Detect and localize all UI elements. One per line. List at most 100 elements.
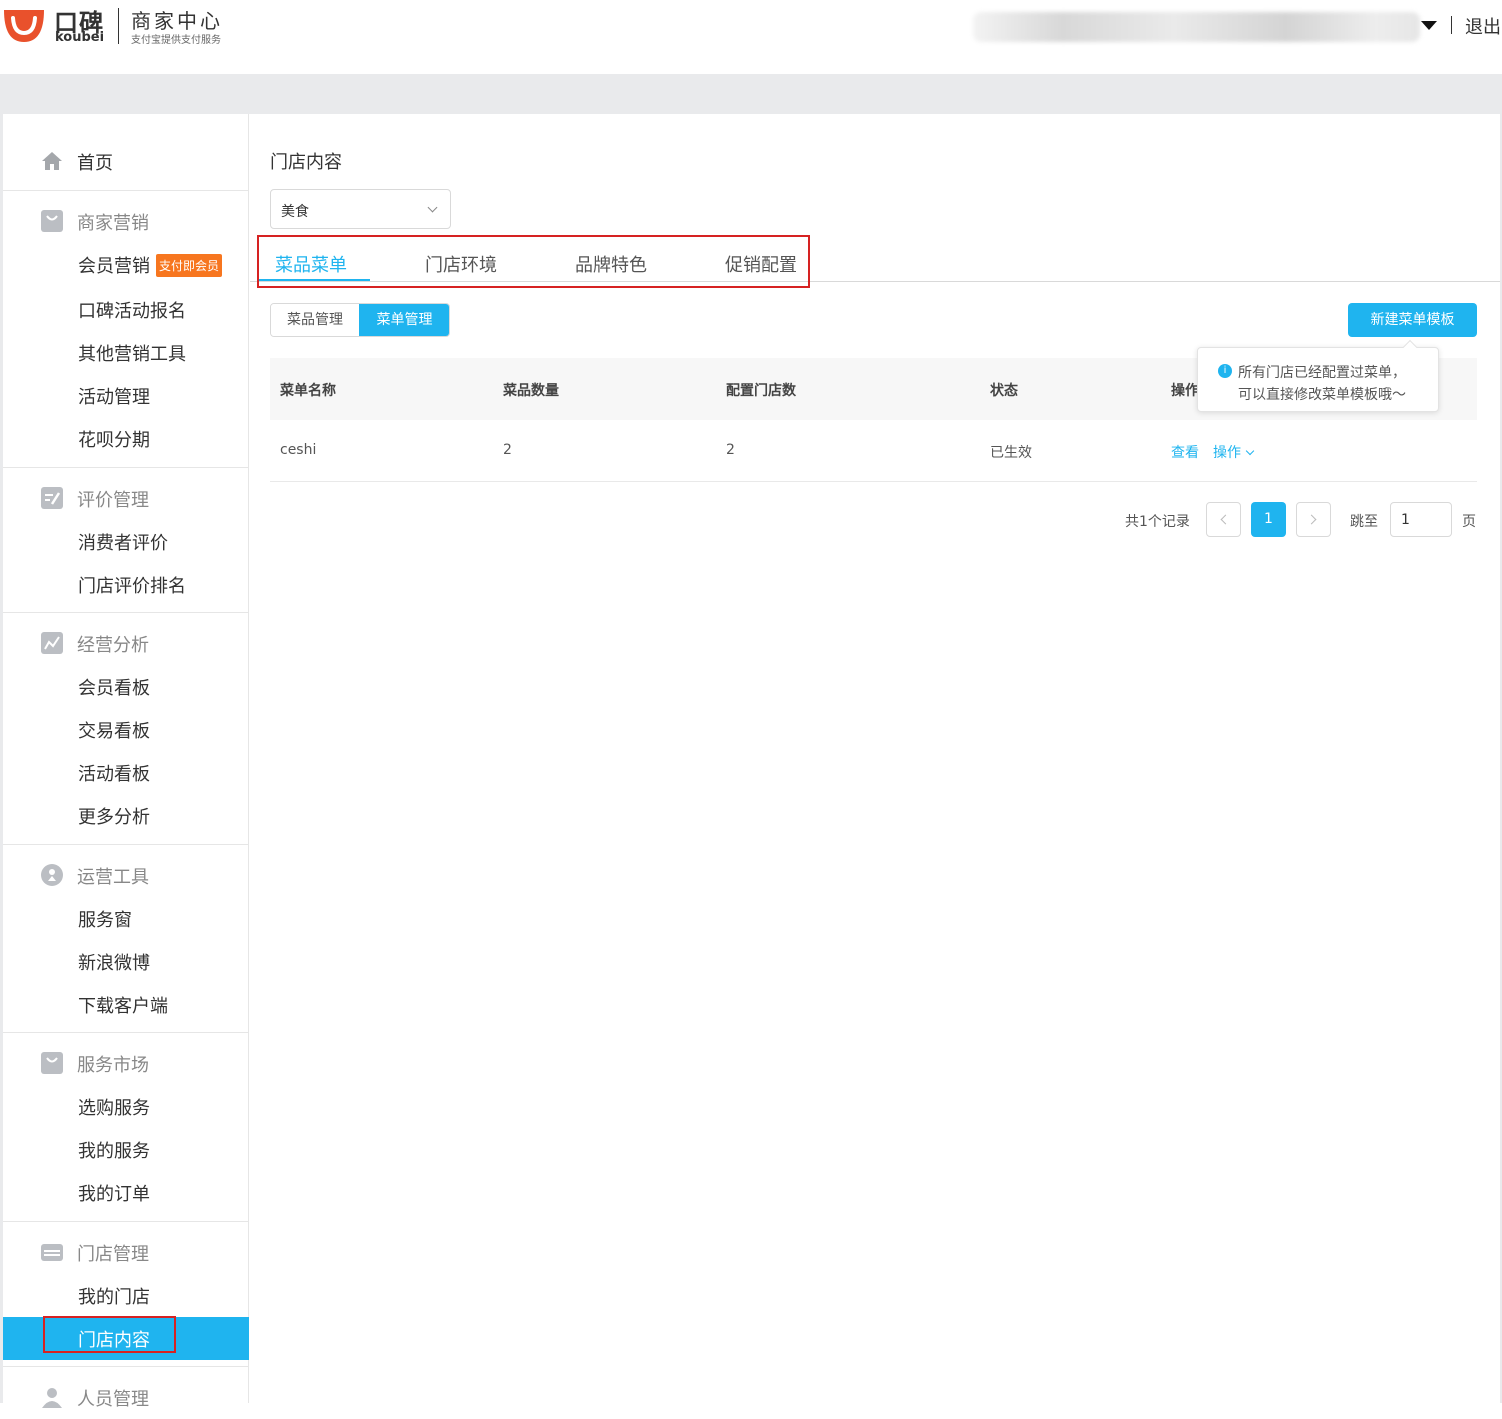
logo-divider (118, 8, 119, 44)
sidebar-divider (3, 1032, 249, 1033)
tooltip-line-1: 所有门店已经配置过菜单， (1238, 365, 1406, 381)
sidebar-item-label: 更多分析 (78, 807, 150, 828)
sidebar-item-buy-service[interactable]: 选购服务 (3, 1085, 249, 1128)
prev-page-button[interactable] (1206, 502, 1241, 537)
sidebar-item-member-board[interactable]: 会员看板 (3, 665, 249, 708)
sidebar-item-label: 花呗分期 (78, 430, 150, 451)
sidebar-item-my-orders[interactable]: 我的订单 (3, 1171, 249, 1214)
sidebar-item-label: 首页 (77, 153, 113, 174)
sidebar-item-service-window[interactable]: 服务窗 (3, 897, 249, 940)
sidebar-item-member-marketing[interactable]: 会员营销 支付即会员 (3, 243, 249, 286)
sidebar-item-download-client[interactable]: 下载客户端 (3, 983, 249, 1026)
sidebar-item-trade-board[interactable]: 交易看板 (3, 708, 249, 751)
sidebar-item-label: 口碑活动报名 (78, 301, 186, 322)
sidebar-item-more-analytics[interactable]: 更多分析 (3, 794, 249, 837)
sidebar-item-home[interactable]: 首页 (3, 140, 249, 183)
page-number-current[interactable]: 1 (1251, 502, 1286, 537)
koubei-logo-icon (4, 10, 44, 42)
cell-status: 已生效 (990, 445, 1032, 461)
sidebar-item-other-tools[interactable]: 其他营销工具 (3, 331, 249, 374)
sidebar-item-label: 服务窗 (78, 910, 132, 931)
sidebar-divider (3, 844, 249, 845)
sidebar-group-service-market[interactable]: 服务市场 (3, 1042, 249, 1085)
sidebar-item-label: 新浪微博 (78, 953, 150, 974)
sidebar-group-reviews[interactable]: 评价管理 (3, 477, 249, 520)
column-header: 配置门店数 (726, 383, 796, 399)
brand-name-en: koubei (55, 30, 105, 45)
logout-link[interactable]: 退出 (1465, 13, 1501, 39)
sidebar-group-label: 门店管理 (77, 1244, 149, 1265)
sidebar-item-consumer-reviews[interactable]: 消费者评价 (3, 520, 249, 563)
tooltip-popover: i 所有门店已经配置过菜单， 可以直接修改菜单模板哦～ (1197, 339, 1439, 412)
chevron-right-icon (1306, 514, 1317, 525)
column-header: 状态 (990, 383, 1018, 399)
sidebar-item-label: 我的门店 (78, 1287, 150, 1308)
sidebar-item-huabei[interactable]: 花呗分期 (3, 417, 249, 460)
sidebar-divider (3, 467, 249, 468)
segment-menu-manage[interactable]: 菜单管理 (359, 304, 449, 336)
brand-title: 商家中心 (131, 9, 223, 33)
sidebar-item-label: 选购服务 (78, 1098, 150, 1119)
jump-page-input[interactable] (1390, 502, 1452, 537)
home-icon (42, 152, 62, 170)
action-dropdown[interactable]: 操作 (1213, 442, 1255, 462)
view-link[interactable]: 查看 (1171, 442, 1199, 462)
sidebar-item-label: 我的服务 (78, 1141, 150, 1162)
cell-store-count: 2 (726, 442, 735, 458)
sidebar-group-label: 运营工具 (77, 867, 149, 888)
sidebar-item-my-stores[interactable]: 我的门店 (3, 1274, 249, 1317)
sidebar-group-operations[interactable]: 运营工具 (3, 854, 249, 897)
next-page-button[interactable] (1296, 502, 1331, 537)
sidebar: 首页 商家营销 会员营销 支付即会员 口碑活动报名 其他营销工具 活动管理 花呗分… (3, 114, 249, 1410)
edit-icon (41, 487, 63, 509)
sidebar-item-label: 我的订单 (78, 1184, 150, 1205)
sidebar-group-label: 人员管理 (77, 1389, 149, 1410)
sidebar-item-label: 活动看板 (78, 764, 150, 785)
category-select-value: 美食 (281, 204, 309, 220)
sidebar-divider (3, 1221, 249, 1222)
sidebar-item-my-services[interactable]: 我的服务 (3, 1128, 249, 1171)
highlight-box-sidebar (43, 1316, 176, 1353)
sidebar-divider (3, 190, 249, 191)
sidebar-group-staff[interactable]: 人员管理 (3, 1376, 249, 1419)
sidebar-item-label: 其他营销工具 (78, 344, 186, 365)
sidebar-item-weibo[interactable]: 新浪微博 (3, 940, 249, 983)
medal-icon (41, 864, 63, 886)
pagination-total: 共1个记录 (1125, 514, 1190, 530)
sidebar-item-label: 会员营销 (78, 256, 150, 277)
table-row: ceshi 2 2 已生效 查看 操作 (270, 420, 1477, 482)
sidebar-group-label: 服务市场 (77, 1055, 149, 1076)
segment-control: 菜品管理 菜单管理 (270, 303, 450, 337)
sidebar-item-activity-board[interactable]: 活动看板 (3, 751, 249, 794)
cell-dish-count: 2 (503, 442, 512, 458)
shopping-bag-icon (41, 210, 63, 232)
segment-dish-manage[interactable]: 菜品管理 (271, 304, 359, 336)
sidebar-group-label: 经营分析 (77, 635, 149, 656)
chart-icon (41, 632, 63, 654)
store-icon (41, 1244, 63, 1261)
sidebar-group-marketing[interactable]: 商家营销 (3, 200, 249, 243)
category-select[interactable]: 美食 (270, 189, 451, 229)
sidebar-group-analytics[interactable]: 经营分析 (3, 622, 249, 665)
new-menu-template-button[interactable]: 新建菜单模板 (1348, 303, 1477, 337)
sidebar-group-store-manage[interactable]: 门店管理 (3, 1231, 249, 1274)
sidebar-item-label: 门店评价排名 (78, 576, 186, 597)
blurred-account-name[interactable] (973, 12, 1420, 42)
jump-label: 跳至 (1350, 514, 1378, 530)
sidebar-item-activity-manage[interactable]: 活动管理 (3, 374, 249, 417)
sidebar-item-label: 下载客户端 (78, 996, 168, 1017)
shopping-bag-icon (41, 1052, 63, 1074)
sidebar-item-activity-signup[interactable]: 口碑活动报名 (3, 288, 249, 331)
sidebar-item-store-ranking[interactable]: 门店评价排名 (3, 563, 249, 606)
sidebar-divider (3, 612, 249, 613)
chevron-down-icon (427, 202, 438, 213)
chevron-down-icon (1245, 446, 1255, 456)
account-dropdown-icon[interactable] (1421, 21, 1437, 30)
page-unit-label: 页 (1462, 514, 1476, 530)
sidebar-item-label-wrap: 会员营销 支付即会员 (78, 252, 223, 279)
header-divider (1451, 16, 1452, 34)
column-header: 菜单名称 (280, 383, 336, 399)
header-band (0, 74, 1502, 114)
sidebar-item-label: 活动管理 (78, 387, 150, 408)
sidebar-group-label: 商家营销 (77, 213, 149, 234)
